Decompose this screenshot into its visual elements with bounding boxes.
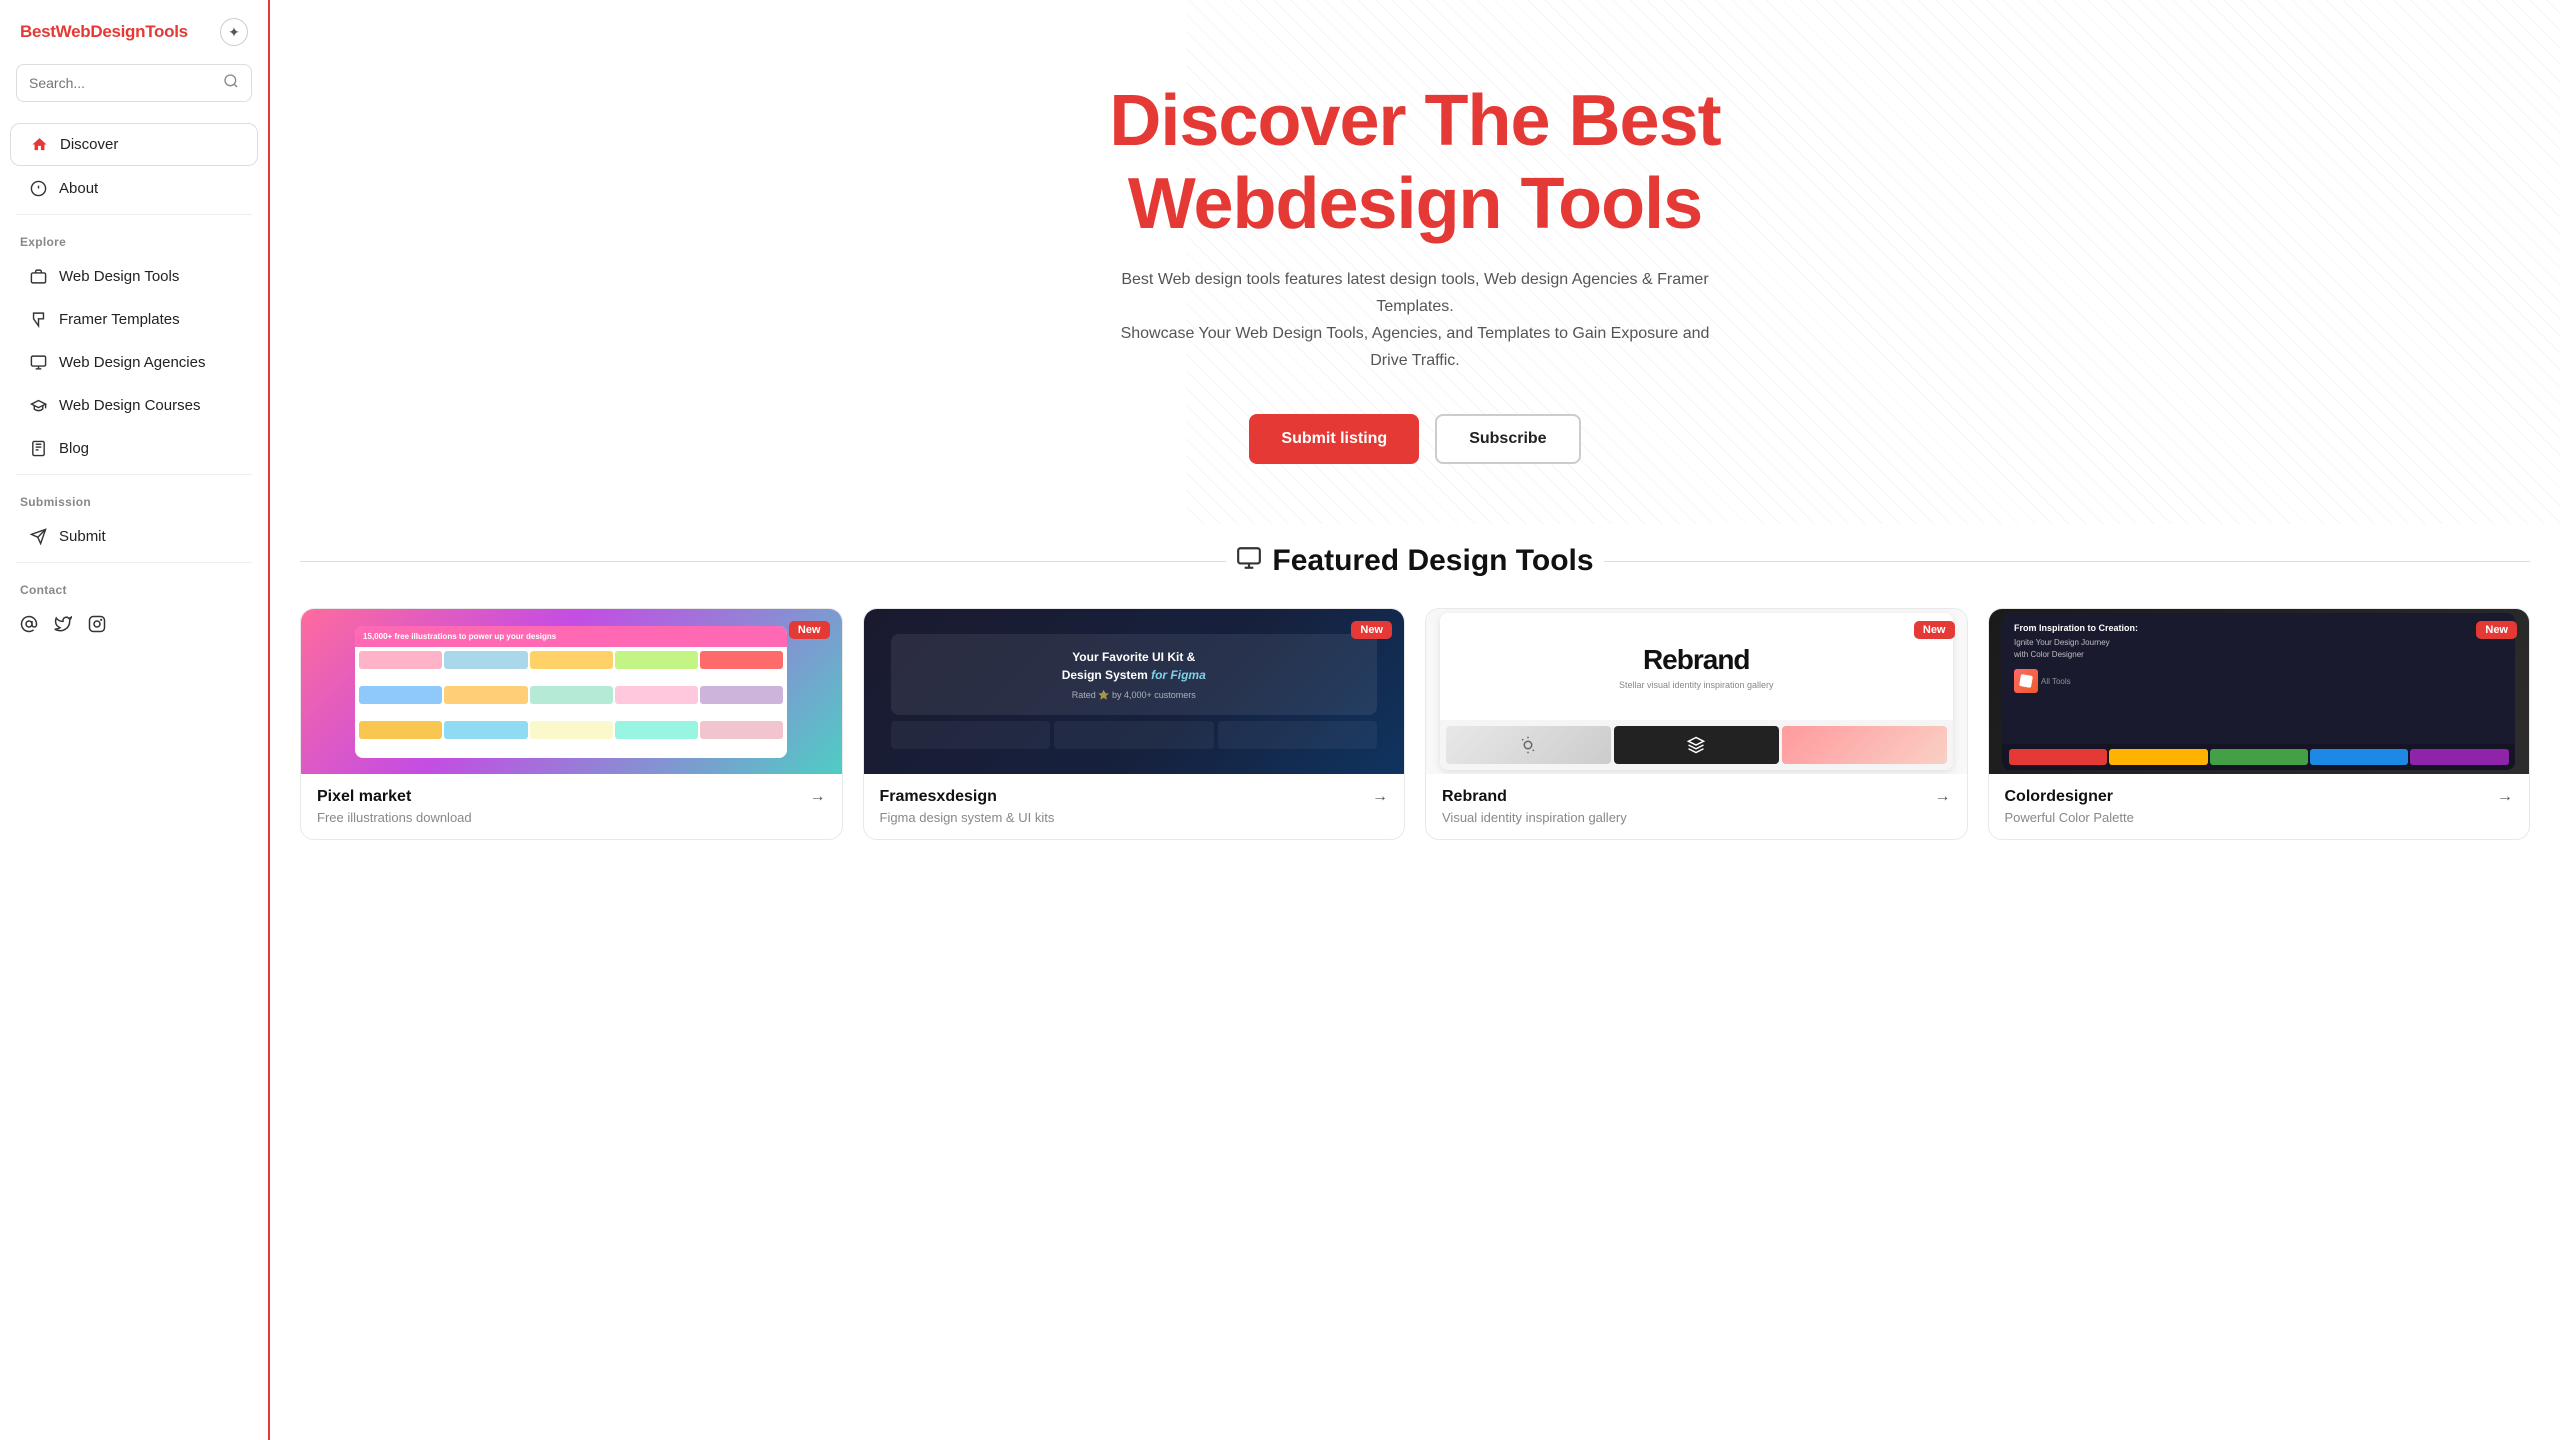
- featured-header: Featured Design Tools: [300, 544, 2530, 578]
- cards-grid: New 15,000+ free illustrations to power …: [300, 608, 2530, 840]
- card-desc-rebrand: Visual identity inspiration gallery: [1442, 810, 1951, 825]
- card-arrow-framesxdesign: →: [1372, 788, 1388, 806]
- card-arrow-rebrand: →: [1935, 788, 1951, 806]
- card-content-colordesigner: Colordesigner → Powerful Color Palette: [1989, 774, 2530, 839]
- card-content-rebrand: Rebrand → Visual identity inspiration ga…: [1426, 774, 1967, 839]
- card-desc-colordesigner: Powerful Color Palette: [2005, 810, 2514, 825]
- document-icon: [30, 440, 47, 457]
- card-badge-pixel-market: New: [789, 621, 830, 639]
- card-colordesigner[interactable]: New From Inspiration to Creation: Ignite…: [1988, 608, 2531, 840]
- card-image-rebrand: New Rebrand Stellar visual identity insp…: [1426, 609, 1967, 774]
- sidebar-item-blog-label: Blog: [59, 440, 89, 457]
- sidebar-item-about-label: About: [59, 180, 98, 197]
- info-icon: [30, 180, 47, 197]
- sidebar-item-web-design-agencies[interactable]: Web Design Agencies: [10, 342, 258, 383]
- sidebar-logo: BestWebDesignTools ✦: [0, 0, 268, 64]
- hero-container: Discover The Best Webdesign Tools Best W…: [965, 0, 1865, 524]
- divider-submission: [16, 474, 252, 475]
- sidebar-item-framer-templates[interactable]: Framer Templates: [10, 299, 258, 340]
- instagram-icon[interactable]: [88, 615, 106, 638]
- search-input[interactable]: [29, 75, 215, 91]
- card-desc-framesxdesign: Figma design system & UI kits: [880, 810, 1389, 825]
- sidebar-item-about[interactable]: About: [10, 168, 258, 209]
- monitor-icon: [30, 354, 47, 371]
- sidebar: BestWebDesignTools ✦ Discover About Expl…: [0, 0, 270, 1440]
- sidebar-item-web-design-tools[interactable]: Web Design Tools: [10, 256, 258, 297]
- sidebar-item-web-design-courses-label: Web Design Courses: [59, 397, 200, 414]
- hero-description: Best Web design tools features latest de…: [1115, 266, 1715, 375]
- sidebar-item-web-design-agencies-label: Web Design Agencies: [59, 354, 205, 371]
- subscribe-button[interactable]: Subscribe: [1435, 414, 1580, 464]
- card-framesxdesign[interactable]: New Your Favorite UI Kit &Design System …: [863, 608, 1406, 840]
- briefcase-icon: [30, 268, 47, 285]
- search-container: [16, 64, 252, 102]
- card-image-framesxdesign: New Your Favorite UI Kit &Design System …: [864, 609, 1405, 774]
- home-icon: [31, 136, 48, 153]
- social-icons-container: [0, 603, 268, 650]
- featured-header-inner: Featured Design Tools: [1236, 544, 1593, 578]
- sidebar-item-framer-templates-label: Framer Templates: [59, 311, 180, 328]
- submission-section-label: Submission: [0, 479, 268, 515]
- card-badge-framesxdesign: New: [1351, 621, 1392, 639]
- card-arrow-colordesigner: →: [2497, 788, 2513, 806]
- card-title-rebrand: Rebrand: [1442, 788, 1507, 806]
- card-arrow-pixel-market: →: [810, 788, 826, 806]
- hero-section: Discover The Best Webdesign Tools Best W…: [270, 0, 2560, 524]
- send-icon: [30, 528, 47, 545]
- card-badge-rebrand: New: [1914, 621, 1955, 639]
- card-title-framesxdesign: Framesxdesign: [880, 788, 997, 806]
- explore-section-label: Explore: [0, 219, 268, 255]
- contact-section-label: Contact: [0, 567, 268, 603]
- twitter-icon[interactable]: [54, 615, 72, 638]
- email-icon[interactable]: [20, 615, 38, 638]
- featured-section-title: Featured Design Tools: [1272, 544, 1593, 578]
- card-title-pixel-market: Pixel market: [317, 788, 411, 806]
- card-content-framesxdesign: Framesxdesign → Figma design system & UI…: [864, 774, 1405, 839]
- submit-listing-button[interactable]: Submit listing: [1249, 414, 1419, 464]
- pixel-illustration: 15,000+ free illustrations to power up y…: [301, 609, 842, 774]
- search-icon: [223, 73, 239, 93]
- divider-contact: [16, 562, 252, 563]
- card-content-pixel-market: Pixel market → Free illustrations downlo…: [301, 774, 842, 839]
- card-pixel-market[interactable]: New 15,000+ free illustrations to power …: [300, 608, 843, 840]
- main-content: Discover The Best Webdesign Tools Best W…: [270, 0, 2560, 1440]
- card-desc-pixel-market: Free illustrations download: [317, 810, 826, 825]
- hero-title: Discover The Best Webdesign Tools: [1005, 80, 1825, 246]
- card-image-pixel-market: New 15,000+ free illustrations to power …: [301, 609, 842, 774]
- sidebar-item-web-design-courses[interactable]: Web Design Courses: [10, 385, 258, 426]
- card-title-colordesigner: Colordesigner: [2005, 788, 2113, 806]
- logo-text: BestWebDesignTools: [20, 22, 188, 42]
- sidebar-item-submit-label: Submit: [59, 528, 106, 545]
- sidebar-item-submit[interactable]: Submit: [10, 516, 258, 557]
- sidebar-item-web-design-tools-label: Web Design Tools: [59, 268, 179, 285]
- framer-icon: [30, 311, 47, 328]
- card-badge-colordesigner: New: [2476, 621, 2517, 639]
- sidebar-item-blog[interactable]: Blog: [10, 428, 258, 469]
- card-rebrand[interactable]: New Rebrand Stellar visual identity insp…: [1425, 608, 1968, 840]
- divider-explore: [16, 214, 252, 215]
- sidebar-item-discover-label: Discover: [60, 136, 118, 153]
- sidebar-item-discover[interactable]: Discover: [10, 123, 258, 166]
- hero-buttons: Submit listing Subscribe: [1005, 414, 1825, 464]
- theme-toggle-button[interactable]: ✦: [220, 18, 248, 46]
- graduation-icon: [30, 397, 47, 414]
- featured-section: Featured Design Tools New 15,000+ free i…: [270, 524, 2560, 880]
- card-image-colordesigner: New From Inspiration to Creation: Ignite…: [1989, 609, 2530, 774]
- monitor-featured-icon: [1236, 545, 1262, 578]
